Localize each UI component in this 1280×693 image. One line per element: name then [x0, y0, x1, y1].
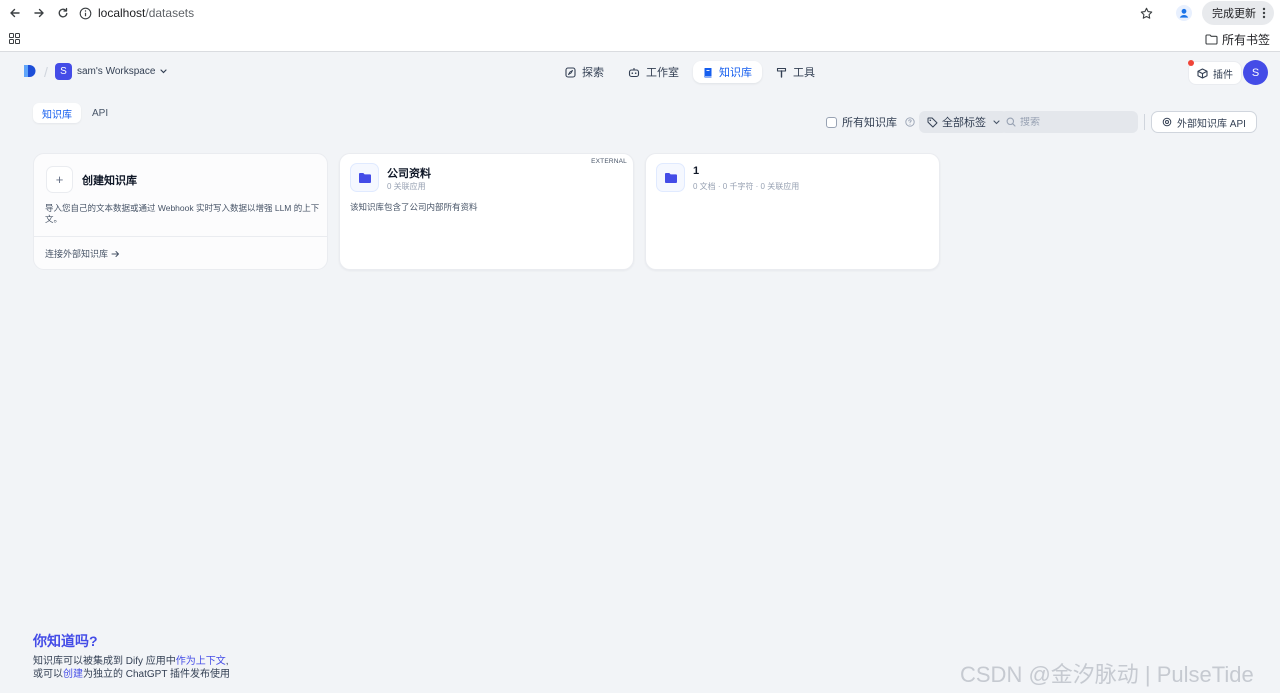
card-divider [34, 236, 327, 237]
dataset-meta: 0 文档 · 0 千字符 · 0 关联应用 [693, 182, 800, 191]
all-datasets-label: 所有知识库 [842, 117, 897, 129]
all-bookmarks-label: 所有书签 [1221, 33, 1270, 47]
dataset-card-1[interactable]: 1 0 文档 · 0 千字符 · 0 关联应用 [645, 153, 940, 270]
info-icon [79, 7, 92, 19]
reload-icon [58, 7, 68, 18]
dataset-description: 该知识库包含了公司内部所有资料 [350, 202, 478, 212]
apps-grid-icon [8, 33, 20, 44]
dataset-name: 1 [693, 165, 700, 177]
compass-icon [565, 66, 576, 78]
notification-dot [1188, 60, 1194, 66]
url-host: localhost [98, 6, 146, 20]
tips-line-2-text: 或可以 [33, 669, 63, 680]
dataset-folder-icon [350, 163, 379, 192]
update-button[interactable]: 完成更新 [1202, 1, 1274, 25]
connect-external-link[interactable]: 连接外部知识库 [45, 247, 120, 260]
tips-line-2: 或可以创建为独立的 ChatGPT 插件发布使用 [33, 665, 230, 680]
workspace-avatar: S [55, 63, 72, 80]
toolbar-divider [1144, 114, 1145, 130]
cube-icon [1197, 67, 1208, 79]
url-path: /datasets [145, 6, 195, 20]
reload-button[interactable] [51, 1, 75, 25]
dify-logo-icon [24, 65, 36, 77]
folder-icon [1205, 34, 1218, 45]
hammer-icon [776, 67, 787, 78]
arrow-left-icon [10, 8, 20, 18]
kebab-menu-icon [1262, 7, 1266, 19]
app-header: / S sam's Workspace 探索 工作室 知识库 工具 插件 S [0, 52, 1280, 92]
dataset-card-company[interactable]: EXTERNAL 公司资料 0 关联应用 该知识库包含了公司内部所有资料 [339, 153, 634, 270]
dataset-name: 公司资料 [387, 168, 431, 180]
star-icon [1140, 7, 1152, 19]
apps-button[interactable] [2, 27, 26, 51]
external-api-label: 外部知识库 API [1177, 118, 1246, 130]
robot-icon [628, 67, 640, 77]
nav-tools-label: 工具 [793, 67, 815, 79]
arrow-right-icon [34, 8, 44, 18]
tab-api[interactable]: API [83, 103, 117, 123]
knowledge-subtabs: 知识库 API [33, 103, 117, 123]
nav-studio[interactable]: 工作室 [618, 61, 689, 83]
tips-line-2-suffix: 为独立的 ChatGPT 插件发布使用 [83, 669, 231, 680]
book-icon [704, 67, 712, 77]
tips-title: 你知道吗? [33, 633, 98, 649]
tag-icon [927, 117, 938, 127]
workspace-switcher[interactable]: S sam's Workspace [55, 63, 168, 80]
user-avatar[interactable]: S [1243, 60, 1268, 85]
dataset-folder-icon [656, 163, 685, 192]
api-connection-icon [1162, 117, 1172, 127]
forward-button[interactable] [27, 1, 51, 25]
address-bar[interactable]: localhost/datasets [79, 2, 194, 24]
all-datasets-filter[interactable]: 所有知识库 [826, 111, 915, 133]
tags-filter-label: 全部标签 [942, 117, 986, 129]
nav-studio-label: 工作室 [646, 67, 679, 79]
person-icon [1176, 5, 1192, 21]
nav-explore[interactable]: 探索 [555, 61, 614, 83]
bookmarks-bar: 所有书签 [0, 26, 1280, 52]
folder-icon [358, 172, 371, 183]
all-bookmarks-button[interactable]: 所有书签 [1205, 31, 1270, 48]
plugins-button[interactable]: 插件 [1188, 60, 1242, 85]
main-nav: 探索 工作室 知识库 工具 [555, 61, 825, 83]
search-icon [1006, 117, 1016, 127]
create-knowledge-description: 导入您自己的文本数据或通过 Webhook 实时写入数据以增强 LLM 的上下文… [45, 203, 320, 224]
update-label: 完成更新 [1212, 8, 1256, 20]
profile-button[interactable] [1172, 1, 1196, 25]
folder-icon [664, 172, 677, 183]
arrow-right-icon [111, 250, 120, 257]
search-box[interactable] [1000, 111, 1138, 133]
nav-explore-label: 探索 [582, 67, 604, 79]
all-datasets-checkbox[interactable] [826, 116, 837, 128]
dataset-meta: 0 关联应用 [387, 182, 426, 191]
nav-tools[interactable]: 工具 [766, 61, 825, 83]
create-knowledge-card[interactable]: + 创建知识库 导入您自己的文本数据或通过 Webhook 实时写入数据以增强 … [33, 153, 328, 270]
connect-external-label: 连接外部知识库 [45, 249, 109, 259]
search-input[interactable] [1020, 116, 1130, 128]
tags-filter-button[interactable]: 全部标签 [919, 111, 1008, 133]
create-link[interactable]: 创建 [63, 669, 83, 680]
browser-toolbar: localhost/datasets 完成更新 [0, 0, 1280, 26]
bookmark-star-button[interactable] [1134, 1, 1158, 25]
help-icon [905, 117, 915, 127]
nav-knowledge[interactable]: 知识库 [693, 61, 762, 83]
watermark: CSDN @金汐脉动 | PulseTide [960, 662, 1254, 687]
chevron-down-icon [993, 119, 1000, 124]
back-button[interactable] [3, 1, 27, 25]
chevron-down-icon [160, 69, 168, 74]
external-api-button[interactable]: 外部知识库 API [1151, 111, 1257, 133]
plus-icon: + [46, 166, 73, 193]
header-separator: / [44, 64, 48, 80]
workspace-name: sam's Workspace [77, 66, 156, 77]
create-knowledge-title: 创建知识库 [82, 175, 137, 187]
nav-knowledge-label: 知识库 [719, 67, 752, 79]
tab-knowledge[interactable]: 知识库 [33, 103, 81, 123]
external-badge: EXTERNAL [591, 158, 627, 165]
plugins-label: 插件 [1213, 69, 1233, 81]
dify-logo[interactable] [23, 64, 37, 79]
